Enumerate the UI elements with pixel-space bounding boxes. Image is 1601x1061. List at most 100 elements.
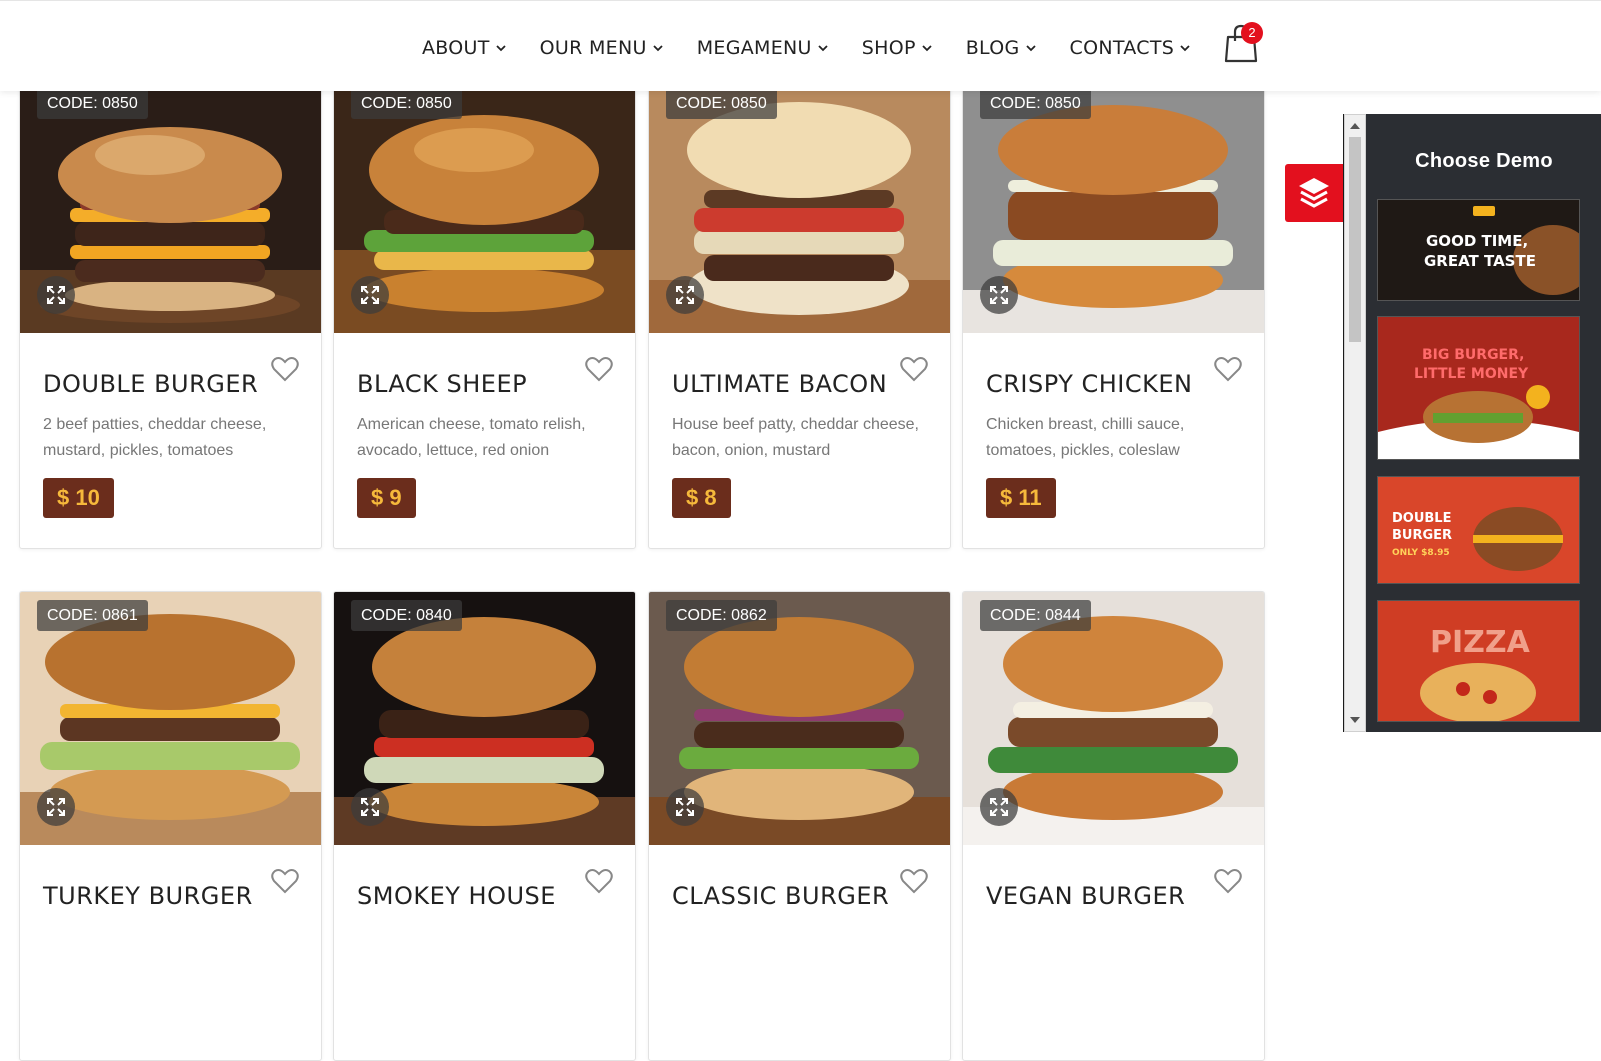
demo-preview-image bbox=[1378, 601, 1579, 721]
chevron-down-icon bbox=[1180, 45, 1190, 52]
nav-item-blog[interactable]: BLOG bbox=[966, 37, 1036, 59]
demo-thumbnail[interactable]: PIZZA bbox=[1377, 600, 1580, 722]
product-code-badge: CODE: 0850 bbox=[351, 88, 462, 119]
expand-button[interactable] bbox=[37, 788, 75, 826]
scroll-thumb[interactable] bbox=[1349, 137, 1361, 342]
nav-item-about[interactable]: ABOUT bbox=[422, 37, 506, 59]
panel-scrollbar[interactable] bbox=[1344, 114, 1366, 732]
demo-line-1: PIZZA bbox=[1430, 625, 1530, 660]
demo-line-1: GOOD TIME, bbox=[1426, 232, 1529, 250]
product-name[interactable]: TURKEY BURGER bbox=[43, 882, 253, 910]
expand-icon bbox=[990, 798, 1008, 816]
product-card[interactable]: CODE: 0850 CRISPY CHICKEN Chicken breast… bbox=[962, 79, 1265, 549]
demo-line-2: BURGER bbox=[1392, 528, 1453, 543]
expand-icon bbox=[361, 798, 379, 816]
nav-item-label: MEGAMENU bbox=[696, 37, 812, 59]
product-code-badge: CODE: 0862 bbox=[666, 600, 777, 631]
cart-count-badge: 2 bbox=[1241, 22, 1263, 44]
expand-icon bbox=[361, 286, 379, 304]
chevron-down-icon bbox=[496, 45, 506, 52]
demo-panel-toggle[interactable] bbox=[1285, 164, 1343, 222]
expand-button[interactable] bbox=[666, 276, 704, 314]
product-card[interactable]: CODE: 0850 BLACK SHEEP American cheese, … bbox=[333, 79, 636, 549]
product-card[interactable]: CODE: 0840 SMOKEY HOUSE bbox=[333, 591, 636, 1061]
product-name[interactable]: SMOKEY HOUSE bbox=[357, 882, 556, 910]
product-code-badge: CODE: 0850 bbox=[666, 88, 777, 119]
scroll-down-arrow[interactable] bbox=[1350, 717, 1360, 723]
nav-item-megamenu[interactable]: MEGAMENU bbox=[697, 37, 828, 59]
product-card[interactable]: CODE: 0844 VEGAN BURGER bbox=[962, 591, 1265, 1061]
product-card[interactable]: CODE: 0862 CLASSIC BURGER bbox=[648, 591, 951, 1061]
nav-item-our-menu[interactable]: OUR MENU bbox=[540, 37, 663, 59]
layers-icon bbox=[1299, 178, 1329, 208]
product-description: House beef patty, cheddar cheese, bacon,… bbox=[672, 416, 919, 459]
nav-item-label: SHOP bbox=[861, 37, 916, 59]
chevron-down-icon bbox=[922, 45, 932, 52]
expand-button[interactable] bbox=[980, 788, 1018, 826]
expand-button[interactable] bbox=[351, 788, 389, 826]
chevron-down-icon bbox=[818, 45, 828, 52]
expand-icon bbox=[47, 286, 65, 304]
heart-icon[interactable] bbox=[1214, 356, 1242, 382]
demo-preview-image bbox=[1378, 200, 1579, 300]
demo-line-1: BIG BURGER, bbox=[1422, 347, 1525, 363]
nav-item-label: OUR MENU bbox=[539, 37, 647, 59]
heart-icon[interactable] bbox=[271, 868, 299, 894]
expand-icon bbox=[990, 286, 1008, 304]
expand-button[interactable] bbox=[351, 276, 389, 314]
product-description: 2 beef patties, cheddar cheese, mustard,… bbox=[43, 416, 267, 459]
nav-item-label: CONTACTS bbox=[1069, 37, 1175, 59]
chevron-down-icon bbox=[1025, 45, 1036, 52]
product-description: Chicken breast, chilli sauce, tomatoes, … bbox=[986, 416, 1185, 459]
product-card[interactable]: CODE: 0850 ULTIMATE BACON House beef pat… bbox=[648, 79, 951, 549]
product-price: $ 8 bbox=[672, 478, 731, 518]
product-name[interactable]: VEGAN BURGER bbox=[986, 882, 1185, 910]
nav-item-contacts[interactable]: CONTACTS bbox=[1070, 37, 1191, 59]
demo-preview-image bbox=[1378, 317, 1579, 459]
heart-icon[interactable] bbox=[900, 356, 928, 382]
product-code-badge: CODE: 0850 bbox=[980, 88, 1091, 119]
choose-demo-panel: Choose Demo GOOD TIME, GREAT TASTE BIG B… bbox=[1343, 114, 1601, 732]
demo-line-2: GREAT TASTE bbox=[1424, 252, 1536, 270]
nav-item-label: BLOG bbox=[965, 37, 1020, 59]
panel-title: Choose Demo bbox=[1415, 150, 1553, 172]
product-price: $ 11 bbox=[986, 478, 1056, 518]
product-code-badge: CODE: 0844 bbox=[980, 600, 1091, 631]
product-name[interactable]: DOUBLE BURGER bbox=[43, 370, 258, 398]
product-name[interactable]: ULTIMATE BACON bbox=[672, 370, 887, 398]
demo-thumbnail[interactable]: GOOD TIME, GREAT TASTE bbox=[1377, 199, 1580, 301]
heart-icon[interactable] bbox=[585, 868, 613, 894]
product-name[interactable]: CRISPY CHICKEN bbox=[986, 370, 1192, 398]
product-card[interactable]: CODE: 0861 TURKEY BURGER bbox=[19, 591, 322, 1061]
demo-line-1: DOUBLE bbox=[1392, 511, 1452, 526]
expand-button[interactable] bbox=[980, 276, 1018, 314]
product-code-badge: CODE: 0850 bbox=[37, 88, 148, 119]
product-name[interactable]: BLACK SHEEP bbox=[357, 370, 527, 398]
product-name[interactable]: CLASSIC BURGER bbox=[672, 882, 889, 910]
expand-icon bbox=[676, 798, 694, 816]
product-code-badge: CODE: 0861 bbox=[37, 600, 148, 631]
main-nav: ABOUT OUR MENU MEGAMENU SHOP BLOG CONTAC… bbox=[422, 37, 1224, 59]
expand-icon bbox=[47, 798, 65, 816]
demo-thumbnail[interactable]: BIG BURGER, LITTLE MONEY bbox=[1377, 316, 1580, 460]
expand-icon bbox=[676, 286, 694, 304]
heart-icon[interactable] bbox=[271, 356, 299, 382]
chevron-down-icon bbox=[653, 45, 663, 52]
expand-button[interactable] bbox=[37, 276, 75, 314]
scroll-up-arrow[interactable] bbox=[1350, 123, 1360, 129]
heart-icon[interactable] bbox=[585, 356, 613, 382]
demo-thumbnail[interactable]: DOUBLE BURGER ONLY $8.95 bbox=[1377, 476, 1580, 584]
demo-line-3: ONLY $8.95 bbox=[1392, 548, 1450, 558]
site-header: ABOUT OUR MENU MEGAMENU SHOP BLOG CONTAC… bbox=[0, 0, 1601, 91]
nav-item-label: ABOUT bbox=[422, 37, 490, 59]
product-code-badge: CODE: 0840 bbox=[351, 600, 462, 631]
nav-item-shop[interactable]: SHOP bbox=[862, 37, 932, 59]
expand-button[interactable] bbox=[666, 788, 704, 826]
demo-line-2: LITTLE MONEY bbox=[1414, 366, 1529, 382]
product-price: $ 9 bbox=[357, 478, 416, 518]
heart-icon[interactable] bbox=[1214, 868, 1242, 894]
product-price: $ 10 bbox=[43, 478, 114, 518]
product-description: American cheese, tomato relish, avocado,… bbox=[357, 416, 586, 459]
heart-icon[interactable] bbox=[900, 868, 928, 894]
product-card[interactable]: CODE: 0850 DOUBLE BURGER 2 beef patties,… bbox=[19, 79, 322, 549]
